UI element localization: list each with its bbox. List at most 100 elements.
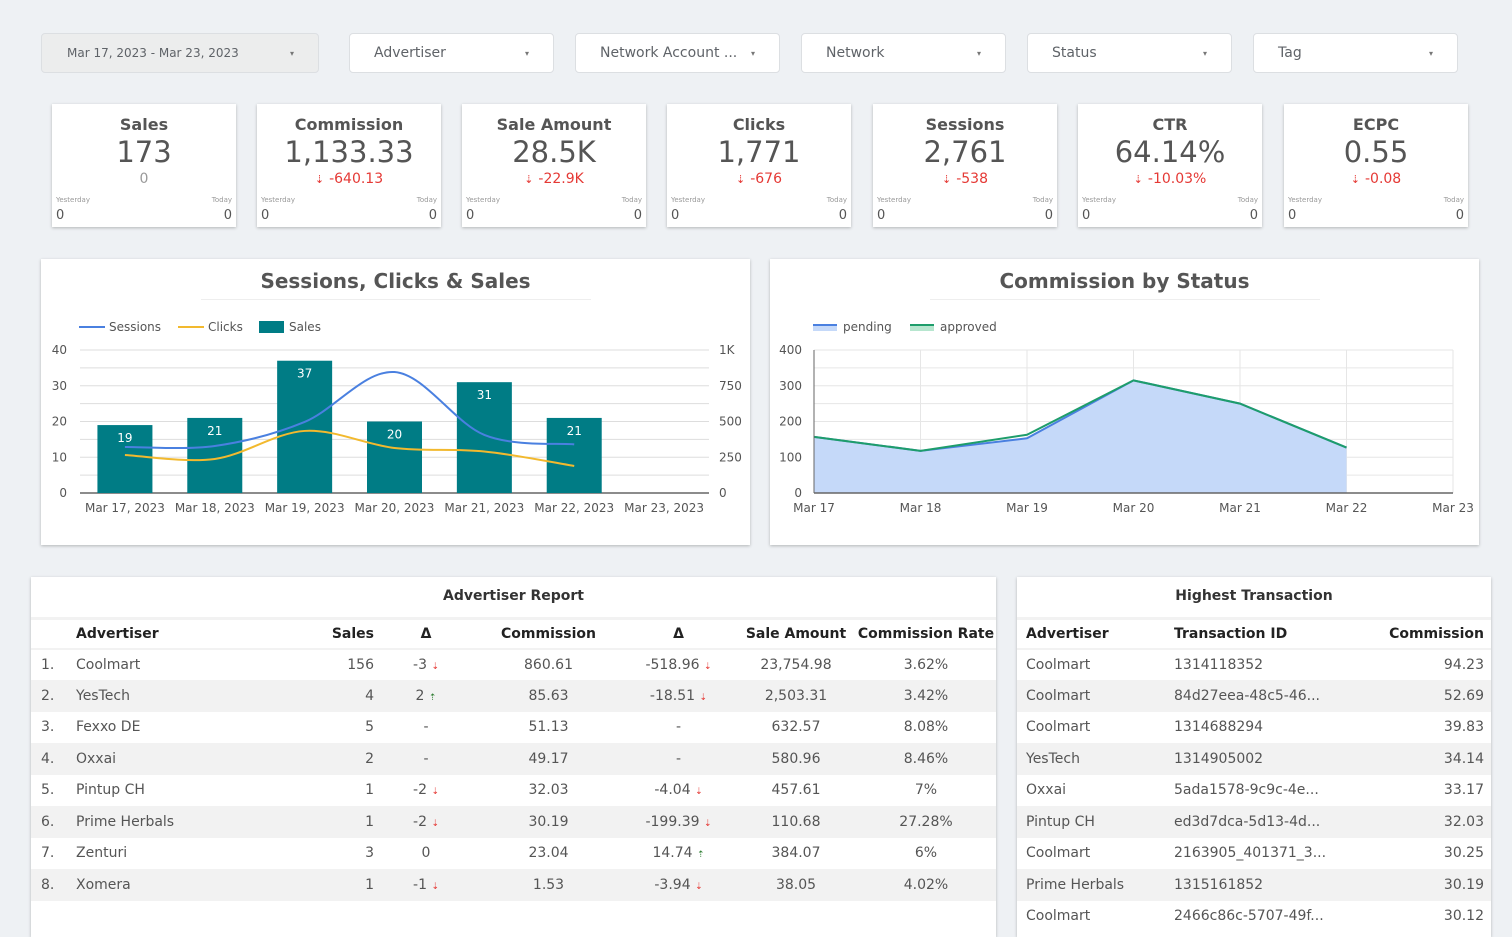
commission-cell: 94.23	[1354, 649, 1491, 681]
table-row[interactable]: Pintup CH ed3d7dca-5d13-4d... 32.03	[1017, 806, 1491, 838]
sale-amount-cell: 38.05	[736, 869, 856, 901]
status-filter[interactable]: Status ▾	[1027, 33, 1232, 73]
column-header-commission-rate[interactable]: Commission Rate	[856, 619, 996, 649]
date-range-picker[interactable]: Mar 17, 2023 - Mar 23, 2023 ▾	[41, 33, 319, 73]
yesterday-label: Yesterday	[1288, 196, 1322, 204]
table-row[interactable]: Coolmart 1314118352 94.23	[1017, 649, 1491, 681]
table-row[interactable]: Coolmart 84d27eea-48c5-46... 52.69	[1017, 680, 1491, 712]
today-value: 0	[839, 208, 847, 223]
sales-delta-value: 0	[422, 845, 431, 861]
table-row[interactable]: YesTech 1314905002 34.14	[1017, 743, 1491, 775]
kpi-card-sale-amount: Sale Amount 28.5K ⇣-22.9K Yesterday Toda…	[462, 104, 646, 227]
advertiser-cell: Pintup CH	[1017, 806, 1174, 838]
table-row[interactable]: 6. Prime Herbals 1 -2 ⇣ 30.19 -199.39 ⇣ …	[31, 806, 996, 838]
commission-delta-value: -518.96	[645, 657, 699, 673]
table-row[interactable]: 1. Coolmart 156 -3 ⇣ 860.61 -518.96 ⇣ 23…	[31, 649, 996, 681]
column-header-advertiser[interactable]: Advertiser	[76, 619, 296, 649]
commission-delta-value: 14.74	[652, 845, 692, 861]
tag-filter[interactable]: Tag ▾	[1253, 33, 1458, 73]
sales-delta-cell: -	[376, 743, 476, 775]
table-row[interactable]: 8. Xomera 1 -1 ⇣ 1.53 -3.94 ⇣ 38.05 4.02…	[31, 869, 996, 901]
arrow-down-icon: ⇣	[942, 173, 951, 186]
commission-cell: 51.13	[476, 712, 621, 744]
table-title: Advertiser Report	[31, 577, 996, 617]
commission-cell: 85.63	[476, 680, 621, 712]
rank-cell: 5.	[31, 775, 76, 807]
kpi-delta: ⇣-0.08	[1284, 171, 1468, 187]
table-row[interactable]: 7. Zenturi 3 0 23.04 14.74 ⇡ 384.07 6%	[31, 838, 996, 870]
table-row[interactable]: 3. Fexxo DE 5 - 51.13 - 632.57 8.08%	[31, 712, 996, 744]
left-axis-tick: 0	[59, 486, 67, 500]
arrow-down-icon: ⇣	[524, 173, 533, 186]
x-axis-tick: Mar 20, 2023	[355, 501, 435, 515]
kpi-delta-value: -22.9K	[538, 171, 583, 187]
advertiser-cell: Coolmart	[76, 649, 296, 681]
kpi-delta: ⇣-676	[667, 171, 851, 187]
today-label: Today	[1238, 196, 1258, 204]
network-account-filter[interactable]: Network Account ... ▾	[575, 33, 780, 73]
chevron-down-icon: ▾	[1203, 49, 1207, 58]
x-axis-tick: Mar 22, 2023	[534, 501, 614, 515]
today-value: 0	[634, 208, 642, 223]
network-filter[interactable]: Network ▾	[801, 33, 1006, 73]
column-header-commission[interactable]: Commission	[476, 619, 621, 649]
tag-filter-label: Tag	[1278, 45, 1302, 61]
commission-delta-cell: -	[621, 743, 736, 775]
kpi-delta: ⇣-640.13	[257, 171, 441, 187]
title-divider	[930, 299, 1320, 300]
today-label: Today	[622, 196, 642, 204]
right-axis-tick: 1K	[719, 343, 736, 357]
table-row[interactable]: 4. Oxxai 2 - 49.17 - 580.96 8.46%	[31, 743, 996, 775]
yesterday-value: 0	[56, 208, 64, 223]
yesterday-label: Yesterday	[877, 196, 911, 204]
kpi-card-ecpc: ECPC 0.55 ⇣-0.08 Yesterday Today 0 0	[1284, 104, 1468, 227]
commission-delta-cell: -199.39 ⇣	[621, 806, 736, 838]
commission-rate-cell: 4.02%	[856, 869, 996, 901]
date-range-label: Mar 17, 2023 - Mar 23, 2023	[67, 46, 239, 60]
kpi-delta-value: -10.03%	[1148, 171, 1206, 187]
column-header-sales[interactable]: Sales	[296, 619, 376, 649]
sales-delta-value: -	[423, 751, 428, 767]
commission-rate-cell: 7%	[856, 775, 996, 807]
column-header-sale-amount[interactable]: Sale Amount	[736, 619, 856, 649]
sales-bar-label: 31	[477, 388, 492, 402]
table-row[interactable]: Coolmart 2466c86c-5707-49f... 30.12	[1017, 901, 1491, 933]
table-row[interactable]: 5. Pintup CH 1 -2 ⇣ 32.03 -4.04 ⇣ 457.61…	[31, 775, 996, 807]
rank-cell: 8.	[31, 869, 76, 901]
column-header-commission-delta[interactable]: Δ	[621, 619, 736, 649]
x-axis-tick: Mar 17	[793, 501, 835, 515]
advertiser-cell: Fexxo DE	[76, 712, 296, 744]
table-row[interactable]: 2. YesTech 4 2 ⇡ 85.63 -18.51 ⇣ 2,503.31…	[31, 680, 996, 712]
x-axis-tick: Mar 17, 2023	[85, 501, 165, 515]
commission-delta-cell: 14.74 ⇡	[621, 838, 736, 870]
table-row[interactable]: Coolmart 1314688294 39.83	[1017, 712, 1491, 744]
column-header-transaction-id[interactable]: Transaction ID	[1174, 619, 1354, 649]
chevron-down-icon: ▾	[525, 49, 529, 58]
table-row[interactable]: Prime Herbals 1315161852 30.19	[1017, 869, 1491, 901]
kpi-title: CTR	[1078, 115, 1262, 134]
commission-cell: 30.25	[1354, 838, 1491, 870]
kpi-delta-value: -640.13	[329, 171, 383, 187]
transaction-id-cell: 84d27eea-48c5-46...	[1174, 680, 1354, 712]
network-account-filter-label: Network Account ...	[600, 45, 737, 61]
table-row[interactable]: Oxxai 5ada1578-9c9c-4e... 33.17	[1017, 775, 1491, 807]
x-axis-tick: Mar 23, 2023	[624, 501, 704, 515]
chart-title: Sessions, Clicks & Sales	[41, 269, 750, 293]
commission-cell: 52.69	[1354, 680, 1491, 712]
column-header-advertiser[interactable]: Advertiser	[1017, 619, 1174, 649]
sale-amount-cell: 580.96	[736, 743, 856, 775]
yesterday-value: 0	[1288, 208, 1296, 223]
commission-cell: 30.19	[476, 806, 621, 838]
column-header-rank[interactable]	[31, 619, 76, 649]
commission-rate-cell: 27.28%	[856, 806, 996, 838]
sales-delta-value: -3	[413, 657, 427, 673]
x-axis-tick: Mar 19	[1006, 501, 1048, 515]
advertiser-filter[interactable]: Advertiser ▾	[349, 33, 554, 73]
column-header-commission[interactable]: Commission	[1354, 619, 1491, 649]
table-row[interactable]: Coolmart 2163905_401371_3... 30.25	[1017, 838, 1491, 870]
sales-delta-value: -2	[413, 782, 427, 798]
column-header-sales-delta[interactable]: Δ	[376, 619, 476, 649]
advertiser-cell: Xomera	[76, 869, 296, 901]
commission-delta-cell: -518.96 ⇣	[621, 649, 736, 681]
yesterday-label: Yesterday	[1082, 196, 1116, 204]
